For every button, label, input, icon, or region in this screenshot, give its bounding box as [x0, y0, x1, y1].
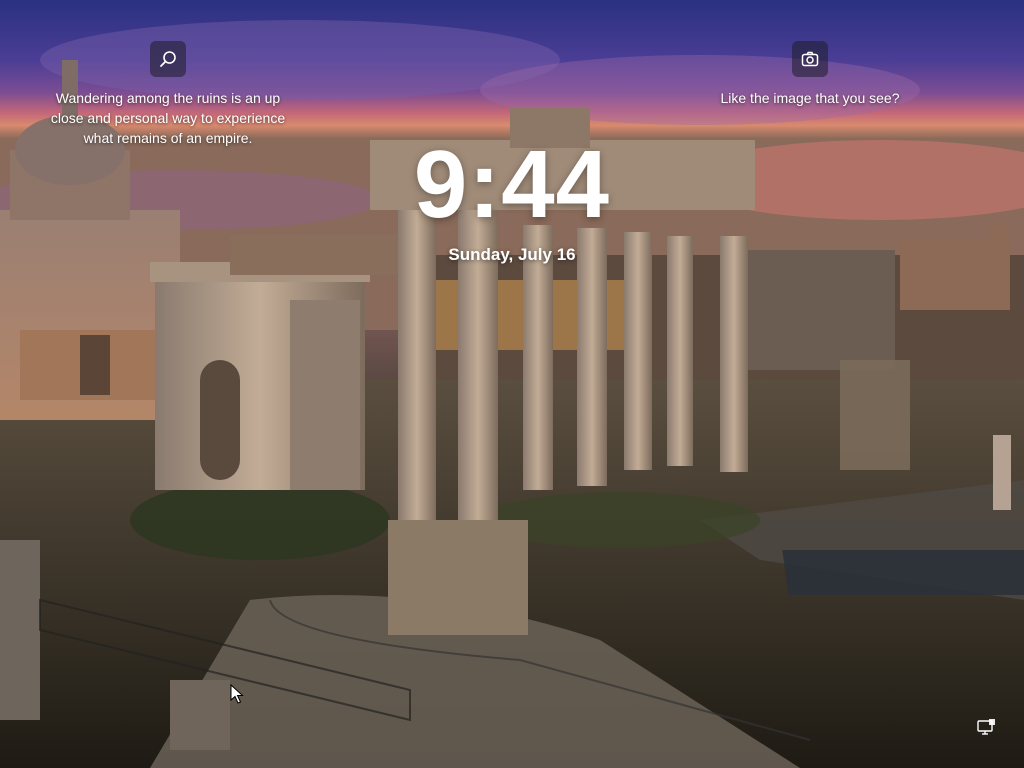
spotlight-info-button[interactable] [150, 41, 186, 77]
like-image-button[interactable] [792, 41, 828, 77]
camera-icon [801, 51, 819, 67]
lock-screen: Wandering among the ruins is an up close… [0, 0, 1024, 768]
mouse-cursor-icon [230, 684, 244, 704]
search-icon [160, 51, 176, 67]
network-icon[interactable] [976, 718, 996, 738]
lock-date: Sunday, July 16 [448, 245, 576, 264]
like-image-prompt: Like the image that you see? [720, 90, 900, 106]
lock-clock: 9:44 [413, 131, 611, 238]
